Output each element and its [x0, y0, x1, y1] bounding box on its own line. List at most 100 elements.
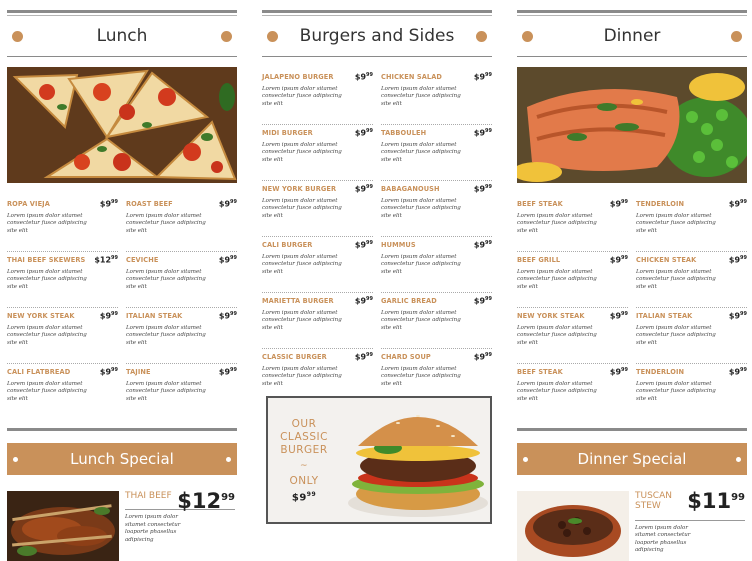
special-divider — [635, 519, 745, 521]
promo-text: OUR CLASSIC BURGER ~ ONLY $999 — [274, 418, 334, 505]
item-description: Lorem ipsum dolor sitamet consectetur fu… — [381, 142, 461, 163]
item-price: $999 — [609, 311, 628, 321]
item-price: $999 — [473, 240, 492, 250]
menu-item: ROPA VIEJA $999 Lorem ipsum dolor sitamet … — [7, 196, 118, 252]
item-price: $999 — [473, 72, 492, 82]
item-description: Lorem ipsum dolor sitamet consectetur fu… — [7, 381, 87, 402]
item-description: Lorem ipsum dolor sitamet consectetur fu… — [517, 325, 597, 346]
menu-item: CALI BURGER $999 Lorem ipsum dolor sitamet… — [262, 237, 373, 293]
menu-item: GARLIC BREAD $999 Lorem ipsum dolor sitame… — [381, 293, 492, 349]
menu-item: NEW YORK BURGER $999 Lorem ipsum dolor sit… — [262, 181, 373, 237]
item-description: Lorem ipsum dolor sitamet consectetur fu… — [262, 366, 342, 387]
header-rule — [517, 56, 747, 57]
item-price: $999 — [354, 72, 373, 82]
special-description: Lorem ipsum dolor sitamet consectetur lo… — [635, 524, 691, 553]
item-description: Lorem ipsum dolor sitamet consectetur fu… — [262, 198, 342, 219]
item-description: Lorem ipsum dolor sitamet consectetur fu… — [381, 366, 461, 387]
dinner-special-band: Dinner Special — [517, 443, 747, 475]
menu-item: BEEF STEAK $999 Lorem ipsum dolor sitamet … — [517, 196, 628, 252]
band-dot-right — [735, 456, 741, 462]
item-price: $999 — [218, 255, 237, 265]
item-description: Lorem ipsum dolor sitamet consectetur fu… — [262, 86, 342, 107]
special-name: TUSCAN STEW — [635, 491, 672, 512]
burgers-header: Burgers and Sides — [262, 16, 492, 56]
band-dot-right — [226, 456, 231, 462]
header-rule — [262, 56, 492, 57]
menu-item: TENDERLOIN $999 Lorem ipsum dolor sitamet … — [636, 364, 747, 420]
promo-line-3: BURGER — [280, 444, 328, 457]
item-price: $999 — [354, 296, 373, 306]
menu-item: JALAPENO BURGER $999 Lorem ipsum dolor sit… — [262, 69, 373, 125]
burgers-title: Burgers and Sides — [299, 26, 455, 46]
lunch-special: THAI BEEF $1299 Lorem ipsum dolor sitame… — [7, 489, 237, 561]
bullet-dot-right — [221, 30, 232, 42]
menu-item: BEEF STEAK $999 Lorem ipsum dolor sitamet … — [517, 364, 628, 420]
menu-item: CHICKEN STEAK $999 Lorem ipsum dolor sitam… — [636, 252, 747, 308]
item-description: Lorem ipsum dolor sitamet consectetur fu… — [381, 310, 461, 331]
tuscan-stew-photo — [517, 491, 629, 561]
item-description: Lorem ipsum dolor sitamet consectetur fu… — [517, 213, 597, 234]
bullet-dot-right — [475, 30, 487, 42]
item-price: $999 — [99, 311, 118, 321]
item-price: $999 — [609, 255, 628, 265]
bullet-dot-left — [267, 30, 278, 42]
menu-item: NEW YORK STEAK $999 Lorem ipsum dolor sita… — [517, 308, 628, 364]
item-description: Lorem ipsum dolor sitamet consectetur fu… — [126, 325, 206, 346]
menu-item: MARIETTA BURGER $999 Lorem ipsum dolor sit… — [262, 293, 373, 349]
dinner-panel: Dinner BEEF STEAK $999 Lorem ipsum dolor s… — [517, 0, 747, 561]
menu-item: CALI FLATBREAD $999 Lorem ipsum dolor sita… — [7, 364, 118, 420]
menu-item: CHICKEN SALAD $999 Lorem ipsum dolor sitam… — [381, 69, 492, 125]
dinner-title: Dinner — [603, 26, 661, 46]
promo-line-2: CLASSIC — [280, 431, 328, 444]
item-description: Lorem ipsum dolor sitamet consectetur fu… — [262, 254, 342, 275]
item-description: Lorem ipsum dolor sitamet consectetur fu… — [7, 213, 87, 234]
band-dot-left — [13, 456, 18, 462]
lunch-special-title: Lunch Special — [70, 450, 174, 468]
item-price: $999 — [218, 311, 237, 321]
menu-item: TENDERLOIN $999 Lorem ipsum dolor sitamet … — [636, 196, 747, 252]
item-price: $999 — [218, 199, 237, 209]
menu-item: CEVICHE $999 Lorem ipsum dolor sitamet con… — [126, 252, 237, 308]
burger-items: JALAPENO BURGER $999 Lorem ipsum dolor sit… — [262, 69, 492, 405]
menu-item: TABBOULEH $999 Lorem ipsum dolor sitamet c… — [381, 125, 492, 181]
menu-item: NEW YORK STEAK $999 Lorem ipsum dolor sita… — [7, 308, 118, 364]
dinner-special: TUSCAN STEW $1199 Lorem ipsum dolor sita… — [517, 489, 747, 561]
item-description: Lorem ipsum dolor sitamet consectetur fu… — [381, 86, 461, 107]
salmon-photo — [517, 67, 747, 183]
item-description: Lorem ipsum dolor sitamet consectetur fu… — [636, 325, 716, 346]
lunch-special-info: THAI BEEF $1299 Lorem ipsum dolor sitame… — [125, 489, 235, 544]
pizza-photo — [7, 67, 237, 183]
lunch-special-band: Lunch Special — [7, 443, 237, 475]
top-rule — [262, 10, 492, 13]
item-price: $999 — [354, 240, 373, 250]
item-price: $999 — [728, 311, 747, 321]
lunch-title: Lunch — [96, 26, 148, 46]
item-description: Lorem ipsum dolor sitamet consectetur fu… — [126, 381, 206, 402]
item-price: $999 — [473, 128, 492, 138]
item-price: $999 — [728, 199, 747, 209]
item-description: Lorem ipsum dolor sitamet consectetur fu… — [381, 198, 461, 219]
bullet-dot-right — [731, 30, 742, 42]
special-price: $1299 — [177, 489, 235, 513]
top-rule — [517, 10, 747, 13]
item-price: $999 — [218, 367, 237, 377]
special-rule — [517, 428, 747, 431]
menu-item: THAI BEEF SKEWERS $1299 Lorem ipsum dolor … — [7, 252, 118, 308]
menu-item: ITALIAN STEAK $999 Lorem ipsum dolor sitam… — [636, 308, 747, 364]
item-price: $999 — [354, 352, 373, 362]
item-price: $999 — [473, 184, 492, 194]
bullet-dot-left — [12, 30, 23, 42]
lunch-items: ROPA VIEJA $999 Lorem ipsum dolor sitamet … — [7, 196, 237, 420]
special-rule — [7, 428, 237, 431]
item-description: Lorem ipsum dolor sitamet consectetur fu… — [517, 381, 597, 402]
lunch-panel: Lunch ROPA VIEJA $999 Lorem ipsum dolor … — [7, 0, 237, 561]
item-price: $999 — [609, 367, 628, 377]
promo-price: $999 — [291, 490, 317, 504]
special-price: $1199 — [687, 489, 745, 513]
item-description: Lorem ipsum dolor sitamet consectetur fu… — [126, 213, 206, 234]
item-price: $999 — [473, 352, 492, 362]
promo-only: ONLY — [289, 474, 319, 487]
promo-line-1: OUR — [291, 418, 317, 430]
item-description: Lorem ipsum dolor sitamet consectetur fu… — [636, 213, 716, 234]
menu-item: BABAGANOUSH $999 Lorem ipsum dolor sitamet… — [381, 181, 492, 237]
